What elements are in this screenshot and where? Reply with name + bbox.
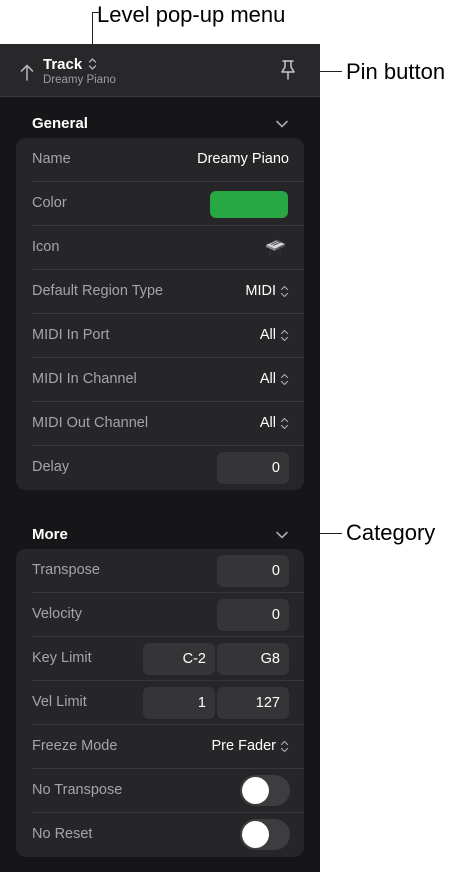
default-region-type-value: MIDI	[245, 283, 276, 299]
general-settings-group: Name Dreamy Piano Color Icon Default Reg…	[16, 138, 304, 490]
back-arrow-icon[interactable]	[18, 60, 38, 82]
freeze-mode-label: Freeze Mode	[32, 738, 118, 754]
freeze-mode-popup[interactable]: Pre Fader	[212, 738, 289, 754]
row-transpose: Transpose 0	[16, 549, 304, 593]
vel-limit-low-field[interactable]: 1	[143, 687, 215, 719]
midi-out-channel-label: MIDI Out Channel	[32, 415, 149, 431]
pin-icon[interactable]	[279, 59, 297, 81]
chevron-down-icon[interactable]	[274, 530, 290, 540]
midi-in-port-popup[interactable]: All	[260, 327, 289, 343]
updown-chevron-icon	[280, 329, 289, 341]
transpose-label: Transpose	[32, 562, 100, 578]
midi-in-port-label: MIDI In Port	[32, 327, 110, 343]
row-default-region-type: Default Region Type MIDI	[16, 270, 304, 314]
vel-limit-high-field[interactable]: 127	[217, 687, 289, 719]
no-reset-label: No Reset	[32, 826, 93, 842]
icon-label: Icon	[32, 239, 60, 255]
no-transpose-label: No Transpose	[32, 782, 123, 798]
track-name-subtitle: Dreamy Piano	[43, 74, 116, 86]
row-key-limit: Key Limit C-2 G8	[16, 637, 304, 681]
section-title-general[interactable]: General	[32, 115, 88, 132]
color-swatch-button[interactable]	[210, 191, 288, 218]
row-midi-out-channel: MIDI Out Channel All	[16, 402, 304, 446]
no-transpose-toggle[interactable]	[240, 775, 290, 806]
chevron-down-icon[interactable]	[274, 119, 290, 129]
name-value[interactable]: Dreamy Piano	[197, 151, 289, 167]
color-label: Color	[32, 195, 67, 211]
row-midi-in-channel: MIDI In Channel All	[16, 358, 304, 402]
updown-chevron-icon	[280, 285, 289, 297]
updown-chevron-icon[interactable]	[88, 57, 97, 71]
updown-chevron-icon	[280, 740, 289, 752]
toggle-knob	[242, 821, 269, 848]
panel-header: Track Dreamy Piano	[0, 44, 320, 97]
row-icon: Icon	[16, 226, 304, 270]
row-midi-in-port: MIDI In Port All	[16, 314, 304, 358]
midi-out-channel-value: All	[259, 415, 276, 431]
transpose-field[interactable]: 0	[217, 555, 289, 587]
callout-line-level-popup-tick	[92, 12, 99, 13]
midi-in-channel-popup[interactable]: All	[260, 371, 289, 387]
piano-keyboard-icon[interactable]	[264, 236, 286, 260]
row-delay: Delay 0	[16, 446, 304, 490]
key-limit-label: Key Limit	[32, 650, 92, 666]
row-velocity: Velocity 0	[16, 593, 304, 637]
no-reset-toggle[interactable]	[240, 819, 290, 850]
updown-chevron-icon	[280, 373, 289, 385]
track-inspector-panel: Track Dreamy Piano General Name Dreamy P…	[0, 44, 320, 872]
key-limit-high-field[interactable]: G8	[217, 643, 289, 675]
delay-label: Delay	[32, 459, 70, 475]
default-region-type-label: Default Region Type	[32, 283, 164, 299]
midi-in-port-value: All	[259, 327, 276, 343]
more-settings-group: Transpose 0 Velocity 0 Key Limit C-2 G8 …	[16, 549, 304, 857]
callout-level-popup-menu: Level pop-up menu	[97, 2, 286, 27]
row-freeze-mode: Freeze Mode Pre Fader	[16, 725, 304, 769]
toggle-knob	[242, 777, 269, 804]
row-color: Color	[16, 182, 304, 226]
row-no-transpose: No Transpose	[16, 769, 304, 813]
callout-category: Category	[346, 520, 436, 545]
callout-pin-button: Pin button	[346, 59, 446, 84]
key-limit-low-field[interactable]: C-2	[143, 643, 215, 675]
default-region-type-popup[interactable]: MIDI	[245, 283, 289, 299]
midi-in-channel-value: All	[259, 371, 276, 387]
vel-limit-label: Vel Limit	[32, 694, 87, 710]
level-popup-title[interactable]: Track	[43, 56, 82, 73]
name-label: Name	[32, 151, 71, 167]
row-vel-limit: Vel Limit 1 127	[16, 681, 304, 725]
row-no-reset: No Reset	[16, 813, 304, 857]
delay-field[interactable]: 0	[217, 452, 289, 484]
row-name: Name Dreamy Piano	[16, 138, 304, 182]
midi-out-channel-popup[interactable]: All	[260, 415, 289, 431]
section-title-more[interactable]: More	[32, 526, 68, 543]
midi-in-channel-label: MIDI In Channel	[32, 371, 137, 387]
velocity-label: Velocity	[32, 606, 82, 622]
freeze-mode-value: Pre Fader	[211, 738, 276, 754]
updown-chevron-icon	[280, 417, 289, 429]
velocity-field[interactable]: 0	[217, 599, 289, 631]
